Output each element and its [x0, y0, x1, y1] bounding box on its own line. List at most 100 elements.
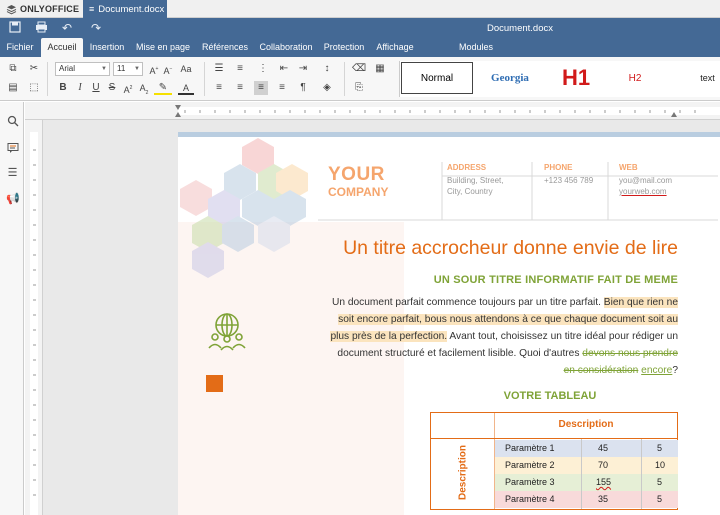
superscript-icon[interactable]: A2 [121, 81, 135, 95]
save-icon[interactable] [8, 21, 22, 35]
row-name: Paramètre 1 [505, 443, 555, 453]
cut-icon[interactable]: ✂ [27, 62, 41, 76]
table-title[interactable]: VOTRE TABLEAU [430, 390, 670, 402]
style-text[interactable]: text [695, 62, 720, 94]
clear-style-icon[interactable]: ⌫ [352, 62, 366, 76]
highlight-color-icon[interactable]: ✎ [154, 81, 172, 95]
table-row[interactable]: Paramètre 1 45 5 [495, 440, 678, 457]
vertical-ruler[interactable] [25, 120, 43, 515]
address-line-2: City, Country [447, 187, 493, 196]
tab-affichage[interactable]: Affichage [372, 38, 418, 57]
decrease-indent-icon[interactable]: ⇤ [277, 62, 291, 76]
font-name-select[interactable]: Arial ▼ [55, 62, 110, 76]
row-value-b: 10 [655, 460, 666, 470]
undo-icon[interactable]: ↶ [60, 21, 74, 35]
address-block: ADDRESS Building, Street, City, Country [447, 162, 503, 197]
bullet-list-icon[interactable]: ☰ [212, 62, 226, 76]
underline-icon[interactable]: U [89, 81, 103, 95]
style-text-label: text [700, 73, 715, 83]
tab-accueil[interactable]: Accueil [41, 38, 83, 57]
copy-style-icon[interactable]: ⎘ [352, 81, 366, 95]
table-header: Description [558, 419, 614, 430]
table-row[interactable]: Paramètre 2 70 10 [495, 457, 678, 474]
tab-mise-en-page[interactable]: Mise en page [133, 38, 193, 57]
table-row[interactable]: Paramètre 4 35 5 [495, 491, 678, 508]
toolbar-separator [47, 62, 48, 96]
tab-fichier[interactable]: Fichier [3, 38, 37, 57]
web-label: WEB [619, 163, 638, 172]
align-left-icon[interactable]: ≡ [212, 81, 226, 95]
table-row[interactable]: Paramètre 3 155 5 [495, 474, 678, 491]
tab-references[interactable]: Références [198, 38, 252, 57]
style-georgia-label: Georgia [491, 72, 529, 84]
align-center-icon[interactable]: ≡ [233, 81, 247, 95]
row-value-a: 70 [598, 460, 609, 470]
web-site[interactable]: yourweb.com [619, 186, 672, 197]
style-h2[interactable]: H2 [609, 62, 661, 94]
document-tab[interactable]: ≡ Document.docx [83, 0, 167, 18]
phone-value: +123 456 789 [544, 176, 594, 185]
multilevel-list-icon[interactable]: ⋮ [256, 62, 270, 76]
para-inserted-text: encore [641, 365, 673, 376]
decrease-font-icon[interactable]: A− [161, 62, 175, 76]
table-side-label-cell: Description [445, 445, 481, 505]
font-size-value: 11 [117, 64, 126, 73]
numbered-list-icon[interactable]: ≡ [233, 62, 247, 76]
para-end: ? [672, 365, 678, 376]
font-color-icon[interactable]: A [178, 81, 194, 95]
change-case-icon[interactable]: Aa [177, 62, 195, 76]
copy-icon[interactable]: ⧉ [6, 62, 20, 76]
globe-people-icon [208, 313, 246, 351]
print-icon[interactable] [34, 21, 48, 35]
color-scheme-icon[interactable]: ▦ [373, 62, 387, 76]
hexagon-decoration [180, 138, 308, 278]
orange-square-decoration [206, 375, 223, 392]
document-title[interactable]: Un titre accrocheur donne envie de lire [326, 237, 678, 260]
tab-protection[interactable]: Protection [320, 38, 368, 57]
table-divider [581, 439, 582, 509]
nonprinting-chars-icon[interactable]: ¶ [296, 81, 310, 95]
chevron-down-icon: ▼ [101, 66, 107, 72]
search-icon[interactable] [6, 115, 19, 128]
style-georgia[interactable]: Georgia [475, 62, 545, 94]
justify-icon[interactable]: ≡ [275, 81, 289, 95]
style-h1-label: H1 [561, 65, 591, 90]
style-h2-label: H2 [628, 72, 642, 84]
horizontal-ruler[interactable] [25, 102, 720, 120]
align-right-icon[interactable]: ≡ [254, 81, 268, 95]
select-all-icon[interactable]: ⬚ [27, 81, 41, 95]
comments-icon[interactable] [6, 142, 19, 155]
document-page[interactable]: YOUR COMPANY ADDRESS Building, Street, C… [178, 132, 720, 515]
paste-icon[interactable]: ▤ [6, 81, 20, 95]
row-name: Paramètre 3 [505, 477, 555, 487]
tab-insertion[interactable]: Insertion [86, 38, 128, 57]
tab-collaboration[interactable]: Collaboration [256, 38, 316, 57]
strikethrough-icon[interactable]: S [105, 81, 119, 95]
company-line-1: YOUR [328, 164, 385, 185]
shading-icon[interactable]: ◈ [320, 81, 334, 95]
window-title: Document.docx [486, 23, 553, 34]
data-table[interactable]: Description Description Paramètre 1 45 5… [430, 412, 678, 510]
style-normal-label: Normal [420, 72, 454, 84]
subscript-icon[interactable]: A2 [137, 81, 151, 96]
onlyoffice-logo: ONLYOFFICE [6, 3, 79, 15]
increase-font-icon[interactable]: A+ [147, 62, 161, 76]
row-value-b: 5 [657, 477, 663, 487]
body-paragraph[interactable]: Un document parfait commence toujours pa… [324, 294, 678, 379]
increase-indent-icon[interactable]: ⇥ [296, 62, 310, 76]
navigation-icon[interactable]: ☰ [6, 167, 19, 180]
style-h1[interactable]: H1 [547, 62, 605, 94]
redo-icon[interactable]: ↷ [89, 21, 103, 35]
line-spacing-icon[interactable]: ↕ [320, 62, 334, 76]
document-subtitle[interactable]: UN SOUR TITRE INFORMATIF FAIT DE MEME [338, 274, 678, 286]
italic-icon[interactable]: I [73, 81, 87, 95]
style-normal[interactable]: Normal [401, 62, 473, 94]
feedback-icon[interactable]: 📢 [6, 193, 20, 206]
font-size-select[interactable]: 11 ▼ [113, 62, 143, 76]
address-label: ADDRESS [447, 163, 487, 172]
tab-modules-complementaires[interactable]: Modules complémentaires [424, 38, 528, 71]
company-line-2: COMPANY [328, 185, 389, 199]
web-email: you@mail.com [619, 176, 673, 185]
row-value-a: 35 [598, 494, 609, 504]
bold-icon[interactable]: B [56, 81, 70, 95]
